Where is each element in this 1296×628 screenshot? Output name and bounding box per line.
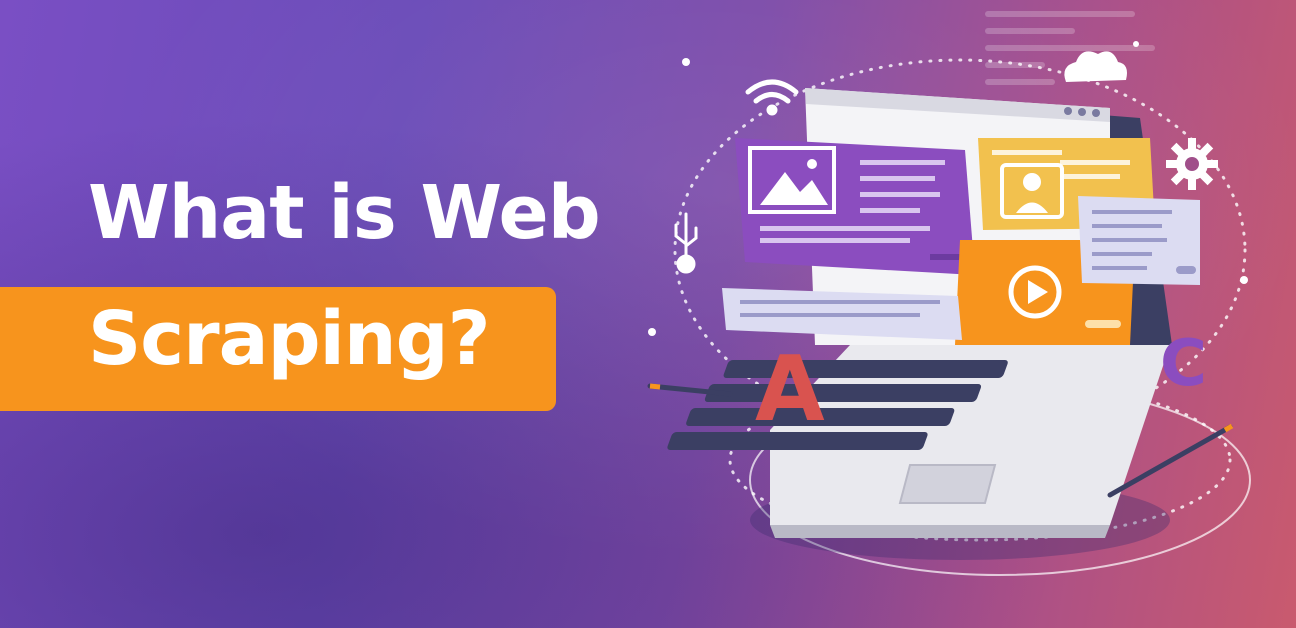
cloud-icon (1064, 51, 1127, 82)
image-card (735, 138, 975, 275)
touchpad (898, 464, 997, 504)
letter-a: A (755, 337, 825, 442)
gear-icon (1166, 138, 1218, 190)
user-icon (1023, 173, 1041, 191)
floating-text-card-right (1078, 196, 1200, 285)
headline-line-1: What is Web (88, 170, 601, 256)
floating-text-card-left (722, 288, 962, 340)
laptop-illustration: A C (647, 41, 1251, 576)
hero-banner: What is Web Scraping? A C (0, 0, 1296, 628)
headline-line-2: Scraping? (88, 296, 491, 382)
letter-c: C (1160, 327, 1207, 401)
wifi-icon (745, 79, 799, 116)
